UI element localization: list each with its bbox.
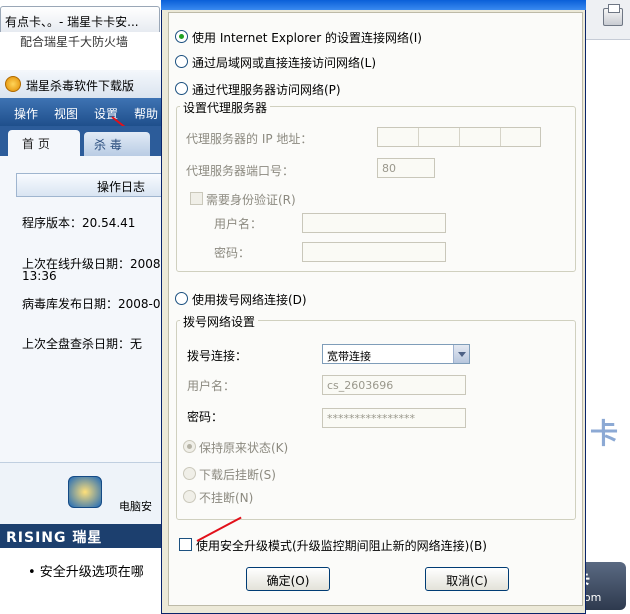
page-text: 配合瑞星千大防火墙 <box>20 35 129 47</box>
tab-home[interactable]: 首 页 <box>8 130 80 156</box>
pc-security-icon[interactable] <box>68 476 102 508</box>
dialup-conn-select[interactable]: 宽带连接 <box>322 344 470 364</box>
app-menu-bar: 操作 视图 设置 帮助 <box>0 98 165 126</box>
proxy-pass-input[interactable] <box>302 242 446 262</box>
proxy-pass-label: 密码： <box>214 246 251 260</box>
print-icon[interactable] <box>603 4 623 26</box>
radio-proxy[interactable] <box>175 82 188 95</box>
proxy-user-input[interactable] <box>302 213 446 233</box>
operation-log-header[interactable]: 操作日志 <box>16 173 165 197</box>
rising-brand-bar: RISING 瑞星 <box>0 524 165 548</box>
dialog-titlebar <box>161 0 586 10</box>
virus-db-date: 病毒库发布日期：2008-0 <box>22 297 161 311</box>
program-version: 程序版本：20.54.41 <box>22 216 136 230</box>
proxy-group-title: 设置代理服务器 <box>180 99 271 116</box>
radio-dialup-label[interactable]: 使用拨号网络连接(D) <box>192 291 307 308</box>
radio-no-hangup-label[interactable]: 不挂断(N) <box>199 489 253 506</box>
menu-help[interactable]: 帮助 <box>134 107 158 121</box>
browser-tab[interactable]: 有点卡、。- 瑞星卡卡安... <box>0 6 160 32</box>
radio-lan-direct[interactable] <box>175 55 188 68</box>
dialup-pass-label: 密码： <box>187 410 224 424</box>
safe-upgrade-label[interactable]: 使用安全升级模式(升级监控期间阻止新的网络连接)(B) <box>196 537 487 554</box>
safe-upgrade-checkbox[interactable] <box>179 538 192 551</box>
ok-button[interactable]: 确定(O) <box>246 567 330 591</box>
dialup-group-title: 拨号网络设置 <box>180 313 259 330</box>
last-full-scan: 上次全盘查杀日期：无 <box>22 337 143 351</box>
last-update-time: 13:36 <box>22 269 57 283</box>
dialup-conn-label: 拨号连接： <box>187 349 248 363</box>
proxy-port-input[interactable]: 80 <box>377 158 435 178</box>
radio-hangup-after-label[interactable]: 下载后挂断(S) <box>199 466 276 483</box>
bullet-text: • 安全升级选项在哪 <box>28 565 144 580</box>
dialup-pass-input[interactable]: **************** <box>322 408 466 428</box>
tab-scan[interactable]: 杀 毒 <box>84 132 150 156</box>
cancel-button[interactable]: 取消(C) <box>425 567 509 591</box>
proxy-auth-label: 需要身份验证(R) <box>206 193 296 207</box>
dialup-user-label: 用户名： <box>187 379 236 393</box>
proxy-ip-input[interactable] <box>377 127 541 147</box>
radio-keep-state-label[interactable]: 保持原来状态(K) <box>199 439 288 456</box>
radio-keep-state[interactable] <box>183 440 196 453</box>
dialup-user-input[interactable]: cs_2603696 <box>322 375 466 395</box>
dialup-conn-value: 宽带连接 <box>327 350 371 363</box>
proxy-user-label: 用户名： <box>214 217 263 231</box>
rising-logo-icon <box>5 76 21 92</box>
menu-operate[interactable]: 操作 <box>14 107 38 121</box>
radio-ie-settings[interactable] <box>175 30 188 43</box>
radio-ie-settings-label[interactable]: 使用 Internet Explorer 的设置连接网络(I) <box>192 29 422 46</box>
radio-hangup-after[interactable] <box>183 467 196 480</box>
menu-view[interactable]: 视图 <box>54 107 78 121</box>
proxy-port-label: 代理服务器端口号： <box>186 164 295 178</box>
proxy-ip-label: 代理服务器的 IP 地址： <box>186 132 313 146</box>
app-title: 瑞星杀毒软件下载版 <box>0 72 165 98</box>
proxy-auth-checkbox[interactable] <box>190 192 203 205</box>
radio-proxy-label[interactable]: 通过代理服务器访问网络(P) <box>192 81 341 98</box>
radio-dialup[interactable] <box>175 292 188 305</box>
radio-no-hangup[interactable] <box>183 490 196 503</box>
radio-lan-direct-label[interactable]: 通过局域网或直接连接访问网络(L) <box>192 54 376 71</box>
pc-security-label: 电脑安 <box>119 500 152 513</box>
watermark-glyph: 卡 <box>590 417 619 450</box>
chevron-down-icon[interactable] <box>453 345 469 363</box>
